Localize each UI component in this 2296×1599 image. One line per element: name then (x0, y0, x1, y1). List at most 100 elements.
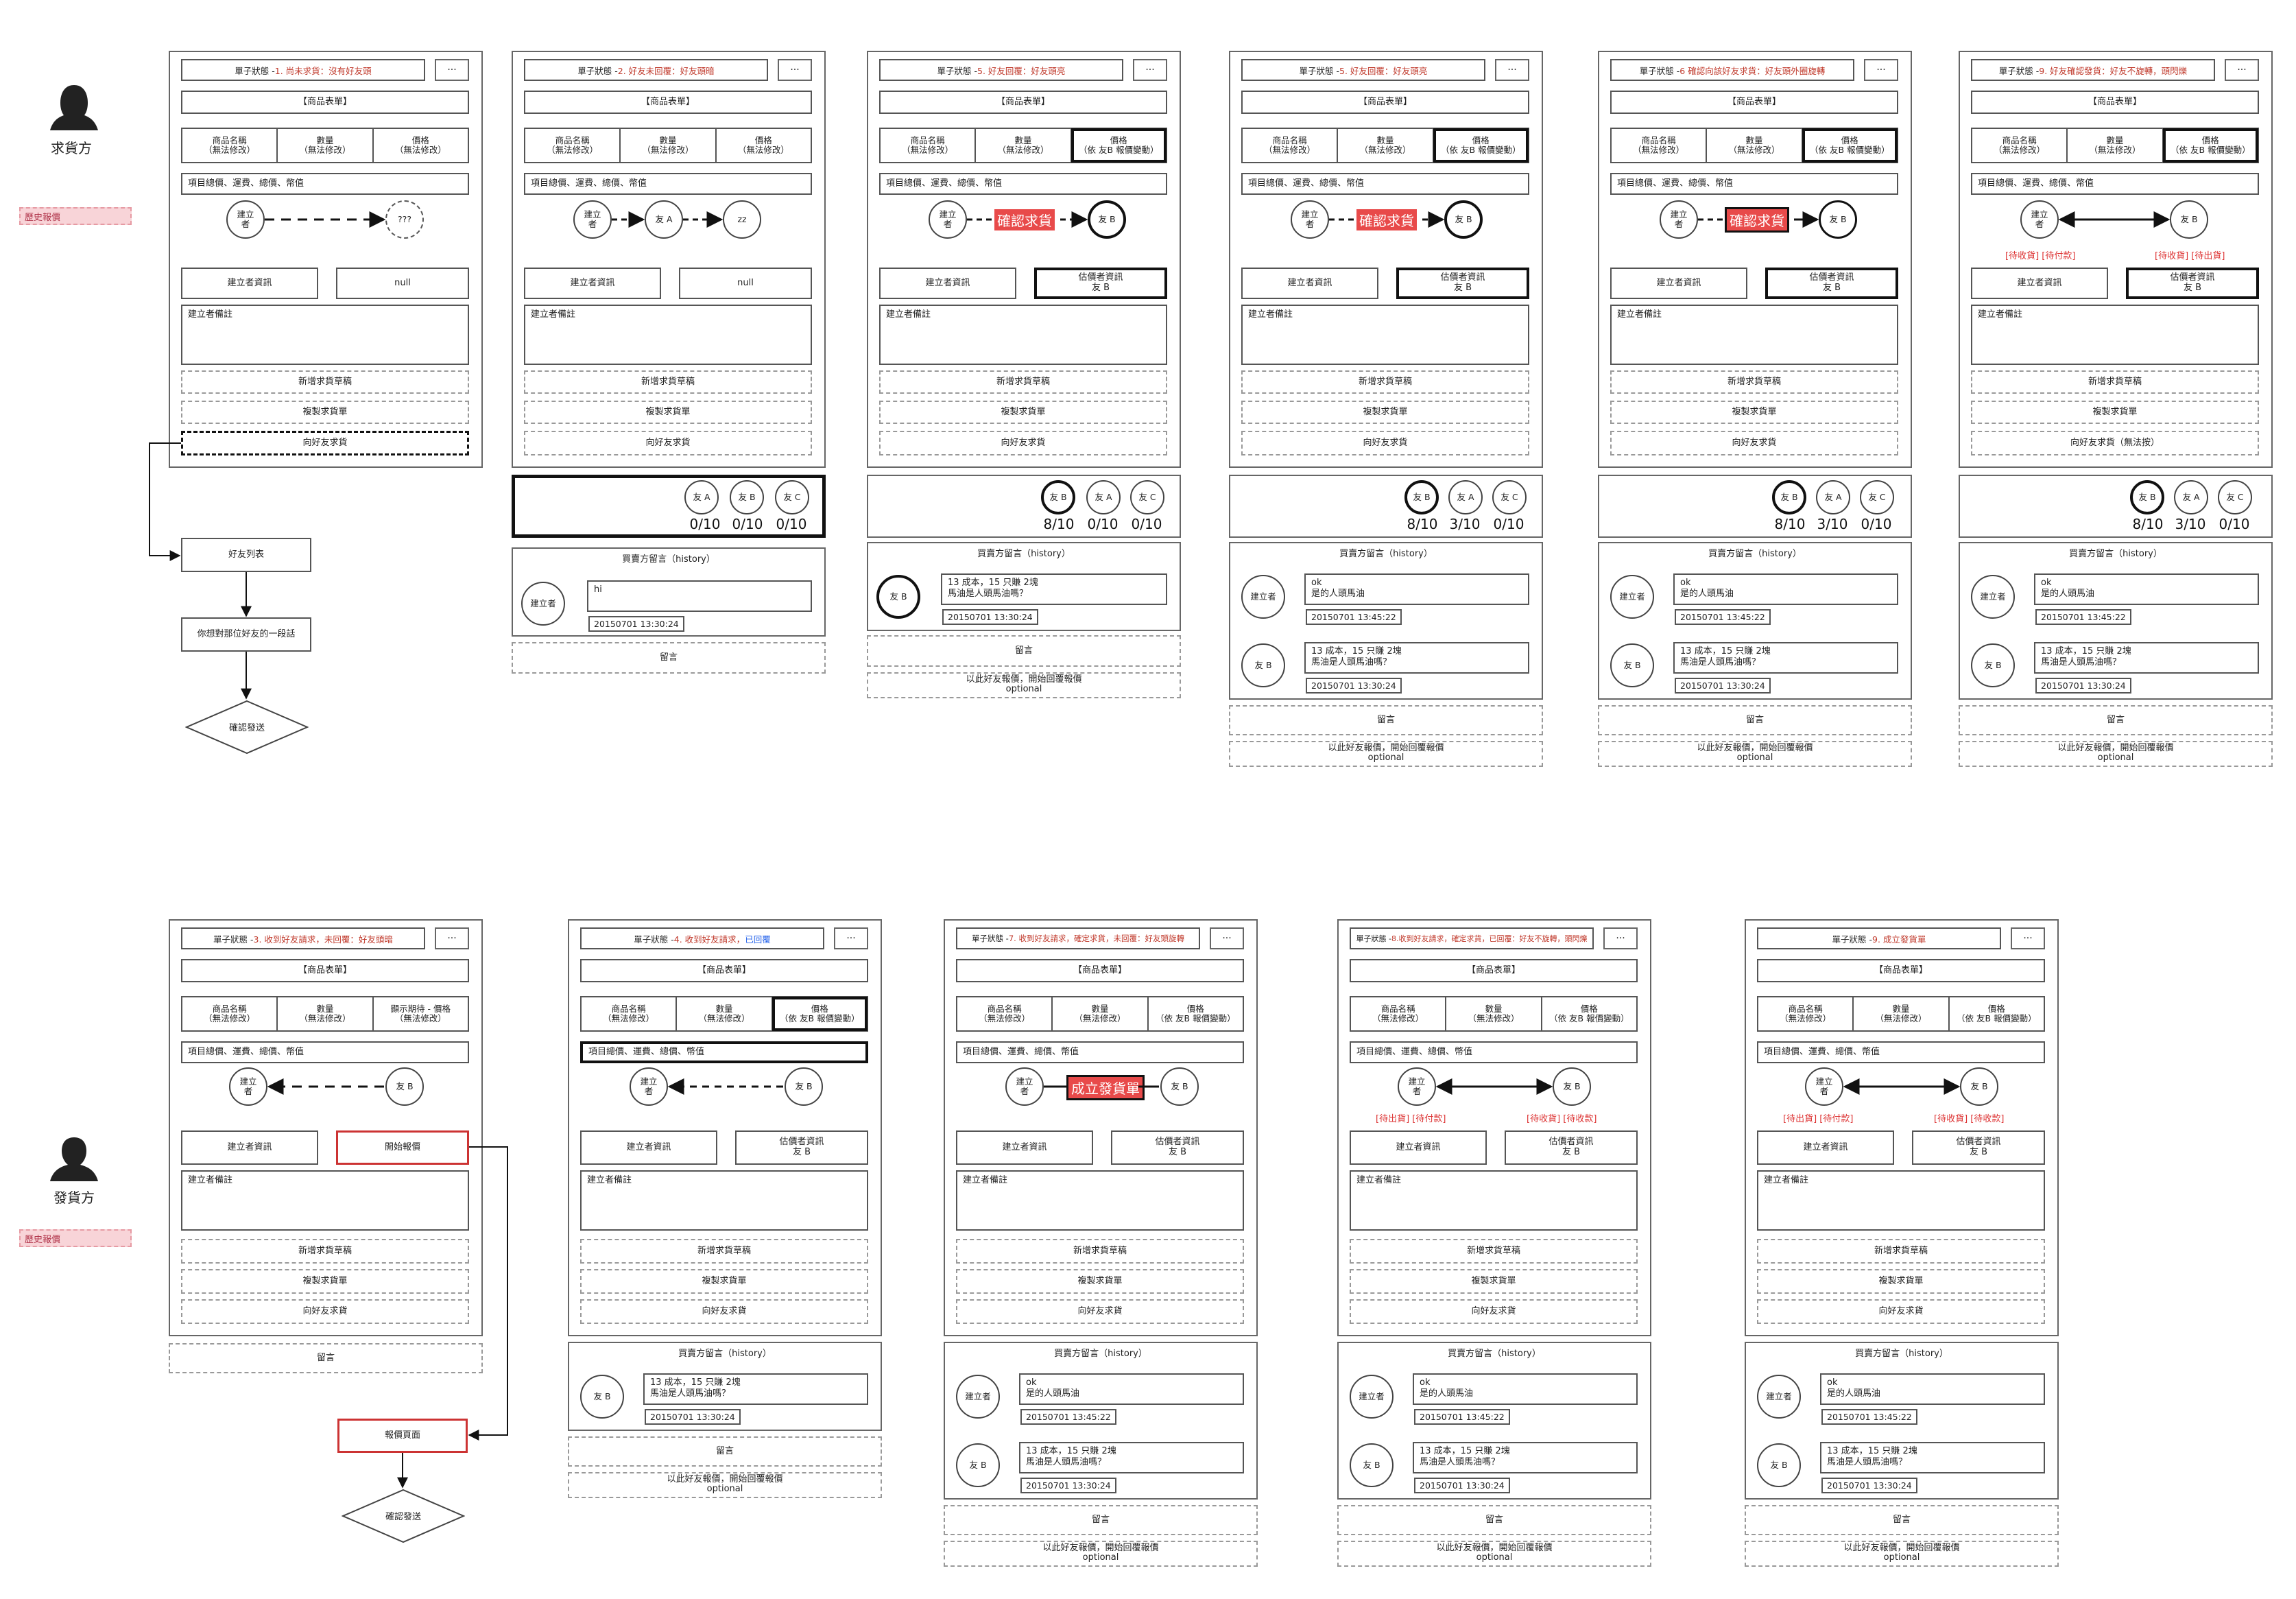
comment-button[interactable]: 留言 (512, 642, 826, 674)
creator-note[interactable]: 建立者備註 (1610, 305, 1898, 365)
confirm-request-button[interactable]: 確認求貨 (1725, 207, 1789, 233)
friend-b-node[interactable]: 友 B (1444, 200, 1483, 239)
ask-friend-button[interactable]: 向好友求貨 (1757, 1299, 2045, 1324)
new-draft-button[interactable]: 新增求貨草稿 (524, 370, 812, 394)
comment-button[interactable]: 留言 (169, 1343, 483, 1373)
new-draft-button[interactable]: 新增求貨草稿 (1757, 1239, 2045, 1264)
comment-button[interactable]: 留言 (1229, 705, 1543, 735)
more-button[interactable]: ··· (1864, 59, 1898, 81)
copy-order-button[interactable]: 複製求貨單 (524, 401, 812, 424)
more-button[interactable]: ··· (778, 59, 812, 81)
comment-button[interactable]: 留言 (944, 1505, 1258, 1535)
comment-button[interactable]: 留言 (568, 1436, 882, 1467)
ask-friend-button[interactable]: 向好友求貨 (956, 1299, 1244, 1324)
new-draft-button[interactable]: 新增求貨草稿 (879, 370, 1167, 394)
new-draft-button[interactable]: 新增求貨草稿 (580, 1239, 868, 1264)
friend-a-score-node[interactable]: 友 A (1448, 480, 1483, 514)
friend-b-score-node[interactable]: 友 B (730, 480, 764, 514)
friend-c-score-node[interactable]: 友 C (1130, 480, 1164, 514)
friend-b-node[interactable]: 友 B (2170, 200, 2208, 239)
ask-friend-button[interactable]: 向好友求貨 (181, 431, 469, 455)
items-total[interactable]: 項目總價、運費、總價、幣值 (580, 1041, 868, 1063)
friend-b-node[interactable]: 友 B (1819, 200, 1857, 239)
status-bar: 單子狀態 - 3. 收到好友請求，未回覆：好友頭暗 (181, 927, 425, 949)
more-button[interactable]: ··· (1603, 927, 1638, 949)
more-button[interactable]: ··· (2011, 927, 2045, 949)
friend-c-score-node[interactable]: 友 C (1492, 480, 1527, 514)
copy-order-button[interactable]: 複製求貨單 (181, 1269, 469, 1294)
establish-order-button[interactable]: 成立發貨單 (1066, 1075, 1145, 1100)
friend-b-node[interactable]: 友 B (1088, 200, 1126, 239)
more-button[interactable]: ··· (1133, 59, 1167, 81)
comment-button[interactable]: 留言 (1598, 705, 1912, 735)
new-draft-button[interactable]: 新增求貨草稿 (181, 1239, 469, 1264)
friend-a-score-node[interactable]: 友 A (1086, 480, 1121, 514)
creator-note[interactable]: 建立者備註 (1971, 305, 2259, 365)
creator-note[interactable]: 建立者備註 (1757, 1170, 2045, 1231)
estimator-info: 估價者資訊 友 B (1396, 268, 1529, 299)
new-draft-button[interactable]: 新增求貨草稿 (1350, 1239, 1638, 1264)
supplier-history-tag[interactable]: 歷史報價 (19, 1229, 132, 1247)
copy-order-button[interactable]: 複製求貨單 (580, 1269, 868, 1294)
ask-friend-button[interactable]: 向好友求貨 (1610, 431, 1898, 455)
copy-order-button[interactable]: 複製求貨單 (1757, 1269, 2045, 1294)
copy-order-button[interactable]: 複製求貨單 (1241, 401, 1529, 424)
confirm-request-button[interactable]: 確認求貨 (994, 209, 1055, 230)
creator-note[interactable]: 建立者備註 (524, 305, 812, 365)
creator-note[interactable]: 建立者備註 (1241, 305, 1529, 365)
friend-b-score-node[interactable]: 友 B (2130, 480, 2164, 514)
more-button[interactable]: ··· (435, 927, 469, 949)
say-something-box[interactable]: 你想對那位好友的一段話 (181, 617, 311, 652)
creator-note[interactable]: 建立者備註 (879, 305, 1167, 365)
friend-c-score-node[interactable]: 友 C (1860, 480, 1894, 514)
friend-a-score-node[interactable]: 友 A (1816, 480, 1850, 514)
friend-b-score-node[interactable]: 友 B (1772, 480, 1806, 514)
friend-a-score-node[interactable]: 友 A (684, 480, 719, 514)
more-button[interactable]: ··· (2225, 59, 2259, 81)
requester-history-tag[interactable]: 歷史報價 (19, 207, 132, 225)
more-button[interactable]: ··· (435, 59, 469, 81)
new-draft-button[interactable]: 新增求貨草稿 (1241, 370, 1529, 394)
friend-c-score-node[interactable]: 友 C (775, 480, 809, 514)
creator-info: 建立者資訊 (1610, 268, 1747, 299)
creator-note[interactable]: 建立者備註 (1350, 1170, 1638, 1231)
new-draft-button[interactable]: 新增求貨草稿 (956, 1239, 1244, 1264)
copy-order-button[interactable]: 複製求貨單 (1610, 401, 1898, 424)
copy-order-button[interactable]: 複製求貨單 (181, 401, 469, 424)
ask-friend-button[interactable]: 向好友求貨 (524, 431, 812, 455)
friend-b-score-node[interactable]: 友 B (1041, 480, 1075, 514)
more-button[interactable]: ··· (834, 927, 868, 949)
new-draft-button[interactable]: 新增求貨草稿 (181, 370, 469, 394)
new-draft-button[interactable]: 新增求貨草稿 (1971, 370, 2259, 394)
start-quote-button[interactable]: 開始報價 (336, 1130, 469, 1165)
comment-button[interactable]: 留言 (1337, 1505, 1651, 1535)
confirm-request-button[interactable]: 確認求貨 (1356, 209, 1417, 230)
comment-button[interactable]: 留言 (1959, 705, 2273, 735)
more-button[interactable]: ··· (1495, 59, 1529, 81)
ask-friend-button[interactable]: 向好友求貨 (879, 431, 1167, 455)
creator-note[interactable]: 建立者備註 (181, 305, 469, 365)
ask-friend-button[interactable]: 向好友求貨 (580, 1299, 868, 1324)
quote-page-box[interactable]: 報價頁面 (337, 1419, 468, 1453)
copy-order-button[interactable]: 複製求貨單 (879, 401, 1167, 424)
friend-c-score-node[interactable]: 友 C (2218, 480, 2252, 514)
copy-order-button[interactable]: 複製求貨單 (1971, 401, 2259, 424)
creator-note[interactable]: 建立者備註 (580, 1170, 868, 1231)
product-row: 商品名稱 （無法修改） 數量 （無法修改） 價格 （依 友B 報價變動） (1610, 128, 1898, 163)
friend-a-score-node[interactable]: 友 A (2174, 480, 2208, 514)
creator-note[interactable]: 建立者備註 (181, 1170, 469, 1231)
comment-button[interactable]: 留言 (1745, 1505, 2059, 1535)
ask-friend-button[interactable]: 向好友求貨 (1241, 431, 1529, 455)
friend-list-box[interactable]: 好友列表 (181, 538, 311, 572)
friend-b-score-node[interactable]: 友 B (1404, 480, 1439, 514)
more-button[interactable]: ··· (1210, 927, 1244, 949)
copy-order-button[interactable]: 複製求貨單 (1350, 1269, 1638, 1294)
creator-info: 建立者資訊 (580, 1130, 717, 1165)
ask-friend-button[interactable]: 向好友求貨 (1350, 1299, 1638, 1324)
copy-order-button[interactable]: 複製求貨單 (956, 1269, 1244, 1294)
ask-friend-disabled-button[interactable]: 向好友求貨（無法按） (1971, 431, 2259, 455)
ask-friend-button[interactable]: 向好友求貨 (181, 1299, 469, 1324)
new-draft-button[interactable]: 新增求貨草稿 (1610, 370, 1898, 394)
creator-note[interactable]: 建立者備註 (956, 1170, 1244, 1231)
comment-button[interactable]: 留言 (867, 635, 1181, 667)
